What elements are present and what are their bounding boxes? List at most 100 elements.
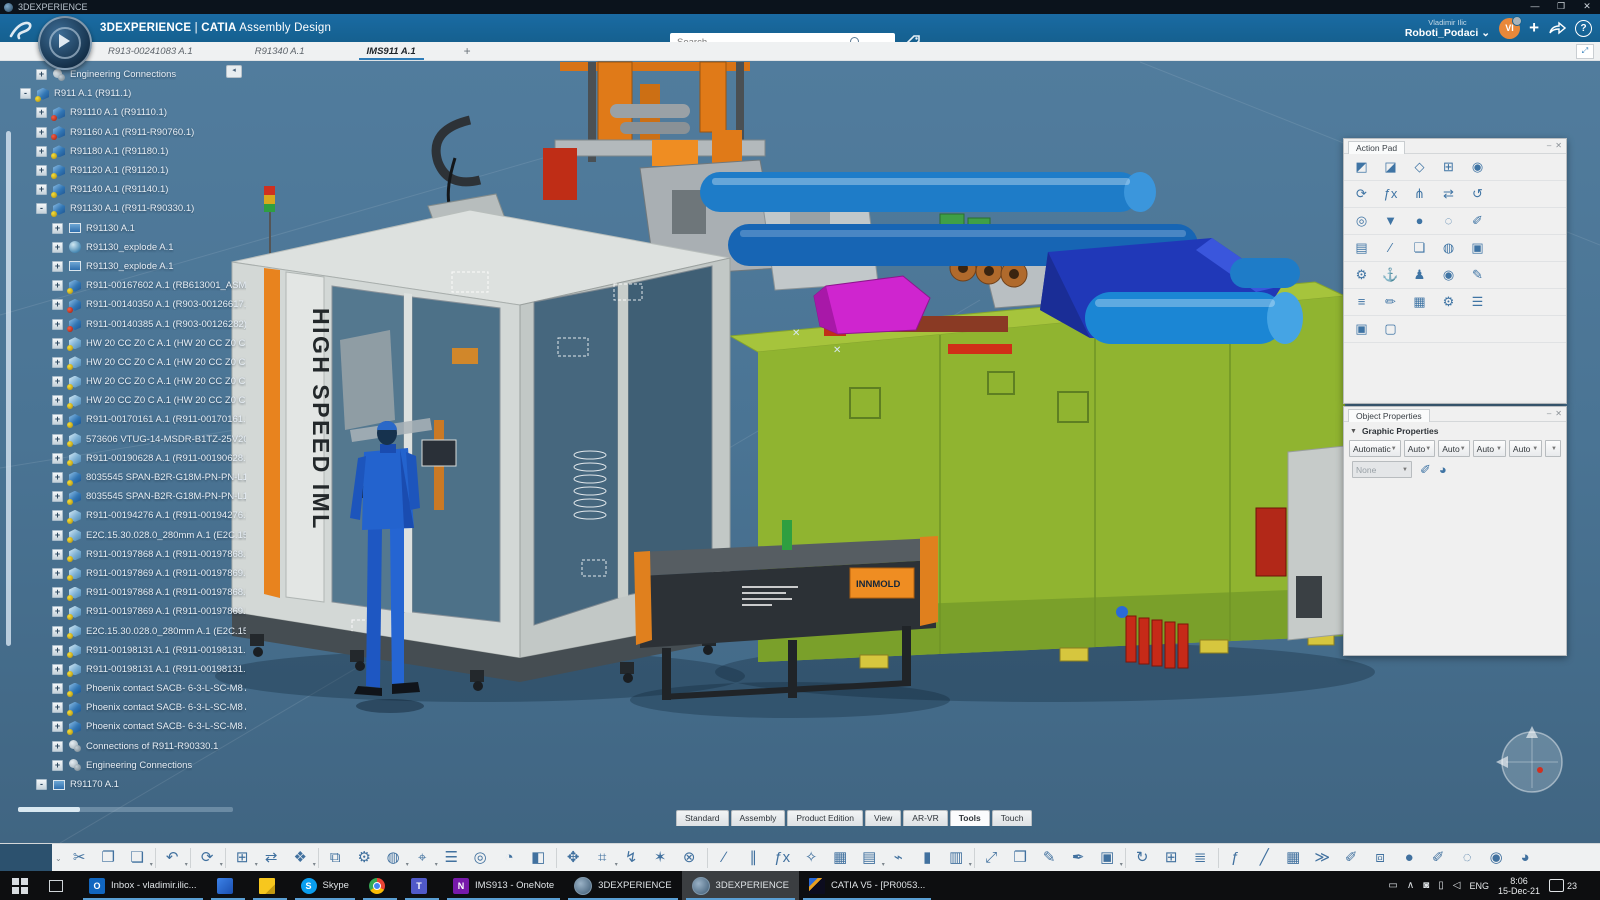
- pin-down-icon[interactable]: ▼: [1376, 209, 1405, 233]
- tree-expander[interactable]: +: [52, 721, 63, 732]
- panel-close-icon[interactable]: ✕: [1555, 140, 1562, 152]
- tree-item[interactable]: + R911-00197868 A.1 (R911-00197868.1): [14, 545, 246, 564]
- tree-item[interactable]: + HW 20 CC Z0 C A.1 (HW 20 CC Z0 C.4): [14, 391, 246, 410]
- panel-close-icon[interactable]: ✕: [1555, 408, 1562, 420]
- dependencies-icon[interactable]: ⋔: [1405, 182, 1434, 206]
- refresh-icon[interactable]: ↻: [1128, 846, 1157, 870]
- list-edit-icon[interactable]: ☰: [437, 846, 466, 870]
- ink-bottle-icon[interactable]: ✒: [1064, 846, 1093, 870]
- new-tab-button[interactable]: +: [464, 44, 471, 60]
- tree-item[interactable]: + R91140 A.1 (R91140.1): [14, 180, 246, 199]
- explode-view-icon[interactable]: ✶: [646, 846, 675, 870]
- workbench-tab[interactable]: Product Edition: [787, 810, 863, 826]
- design-table-icon[interactable]: ▤: [855, 846, 884, 870]
- tree-item[interactable]: + R911-00170161 A.1 (R911-00170161.1): [14, 410, 246, 429]
- graphic-property-select[interactable]: Auto▼: [1473, 440, 1506, 457]
- panel-icon[interactable]: ▥: [942, 846, 971, 870]
- tray-window-icon[interactable]: ▭: [1388, 880, 1397, 891]
- tree-horizontal-scrollbar[interactable]: [18, 807, 233, 812]
- tree-item[interactable]: + Phoenix contact SACB- 6-3-L-SC-M8 A.1 …: [14, 717, 246, 736]
- tree-item[interactable]: + R91160 A.1 (R911-R90760.1): [14, 123, 246, 142]
- gear-assembly-icon[interactable]: ⚙: [1347, 263, 1376, 287]
- material-sphere-icon[interactable]: ◔: [495, 846, 524, 870]
- tree-expander[interactable]: +: [52, 395, 63, 406]
- formula-icon[interactable]: ƒx: [768, 846, 797, 870]
- tree-expander[interactable]: +: [36, 165, 47, 176]
- structure-browser-icon[interactable]: ⊞: [1434, 155, 1463, 179]
- list-panel-icon[interactable]: ≣: [1186, 846, 1215, 870]
- graphic-properties-section[interactable]: ▼ Graphic Properties: [1344, 422, 1566, 439]
- panel-minimize-icon[interactable]: –: [1547, 408, 1551, 420]
- tree-expander[interactable]: +: [52, 472, 63, 483]
- 3dexperience-app[interactable]: 3DEXPERIENCE: [564, 871, 681, 900]
- tree-expander[interactable]: +: [52, 242, 63, 253]
- update-icon[interactable]: ⟳: [193, 846, 222, 870]
- workbench-tab[interactable]: Standard: [676, 810, 729, 826]
- graphic-property-select[interactable]: ▼: [1545, 440, 1561, 457]
- zoom-search-icon[interactable]: ◎: [466, 846, 495, 870]
- eraser-icon[interactable]: ◌: [1434, 209, 1463, 233]
- tree-expander[interactable]: -: [36, 779, 47, 790]
- tree-item[interactable]: + Phoenix contact SACB- 6-3-L-SC-M8 A.1 …: [14, 679, 246, 698]
- tree-expander[interactable]: +: [52, 299, 63, 310]
- ghost-view-icon[interactable]: ◇: [1405, 155, 1434, 179]
- catia-v5-app[interactable]: CATIA V5 - [PR0053...: [799, 871, 935, 900]
- tree-expander[interactable]: +: [52, 357, 63, 368]
- tree-item[interactable]: - R91130 A.1 (R911-R90330.1): [14, 199, 246, 218]
- teams-status-icon[interactable]: ◙: [1423, 880, 1429, 891]
- formula-icon[interactable]: ƒx: [1376, 182, 1405, 206]
- snap-icon[interactable]: ⌗: [588, 846, 617, 870]
- 3dexperience-app-active[interactable]: 3DEXPERIENCE: [682, 871, 799, 900]
- tree-expander[interactable]: +: [52, 453, 63, 464]
- tree-item[interactable]: + R91130_explode A.1: [14, 238, 246, 257]
- insert-rotate-icon[interactable]: ◉: [1463, 155, 1492, 179]
- avatar[interactable]: VI: [1499, 18, 1520, 39]
- wand-icon[interactable]: ✧: [797, 846, 826, 870]
- document-tab[interactable]: R91340 A.1: [247, 44, 313, 60]
- tree-item[interactable]: + R911-00140350 A.1 (R903-00126617.1): [14, 295, 246, 314]
- tree-expander[interactable]: +: [52, 606, 63, 617]
- paint-icon[interactable]: ◍: [1434, 236, 1463, 260]
- pen2-icon[interactable]: ✐: [1337, 846, 1366, 870]
- volume-icon[interactable]: ◁: [1453, 880, 1461, 891]
- onenote-app[interactable]: IMS913 - OneNote: [443, 871, 564, 900]
- maximize-button[interactable]: ❐: [1548, 0, 1574, 14]
- fullscreen-toggle-icon[interactable]: ⤢: [1576, 44, 1594, 59]
- tree-expander[interactable]: +: [52, 549, 63, 560]
- tree-expander[interactable]: +: [36, 146, 47, 157]
- update-icon[interactable]: ⟳: [1347, 182, 1376, 206]
- tree-item[interactable]: + R911-00197869 A.1 (R911-00197869.1): [14, 564, 246, 583]
- edit-component-icon[interactable]: ✏: [1376, 290, 1405, 314]
- tree-expander[interactable]: +: [52, 491, 63, 502]
- tree-expander[interactable]: +: [36, 107, 47, 118]
- assemble-icon[interactable]: ▦: [1405, 290, 1434, 314]
- sketch-icon[interactable]: ✎: [1463, 263, 1492, 287]
- tree-expander[interactable]: +: [52, 319, 63, 330]
- cube-stack-icon[interactable]: ⧈: [1366, 846, 1395, 870]
- configuration-icon[interactable]: ☰: [1463, 290, 1492, 314]
- tree-item[interactable]: + Engineering Connections: [14, 65, 246, 84]
- zoom-area-icon[interactable]: ◎: [1347, 209, 1376, 233]
- tree-expander[interactable]: +: [52, 510, 63, 521]
- cut-icon[interactable]: ✂: [65, 846, 94, 870]
- tree-item[interactable]: + 573606 VTUG-14-MSDR-B1TZ-25V20-Q1: [14, 430, 246, 449]
- tree-item[interactable]: + R911-00198131 A.1 (R911-00198131.2): [14, 660, 246, 679]
- tree-expander[interactable]: +: [52, 683, 63, 694]
- tree-expander[interactable]: +: [52, 376, 63, 387]
- close-button[interactable]: ✕: [1574, 0, 1600, 14]
- new-component-icon[interactable]: ❖: [286, 846, 315, 870]
- tree-item[interactable]: - R911 A.1 (R911.1): [14, 84, 246, 103]
- minimize-button[interactable]: —: [1522, 0, 1548, 14]
- tree-expander[interactable]: -: [36, 203, 47, 214]
- 3d-viewport[interactable]: HIGH SPEED IML INNMOLD: [0, 61, 1600, 843]
- graphic-property-select[interactable]: Auto▼: [1509, 440, 1542, 457]
- toolbar-overflow-chevron[interactable]: ⌄: [52, 854, 65, 863]
- tree-item[interactable]: + E2C.15.30.028.0_280mm A.1 (E2C.15.30.0: [14, 526, 246, 545]
- big-table-icon[interactable]: ▦: [1279, 846, 1308, 870]
- tree-item[interactable]: + R91110 A.1 (R91110.1): [14, 103, 246, 122]
- tree-expander[interactable]: -: [20, 88, 31, 99]
- manipulate-icon[interactable]: ✥: [559, 846, 588, 870]
- notification-center[interactable]: 23: [1549, 879, 1577, 892]
- capture-icon[interactable]: ▣: [1463, 236, 1492, 260]
- assemble-icon[interactable]: ⧉: [321, 846, 350, 870]
